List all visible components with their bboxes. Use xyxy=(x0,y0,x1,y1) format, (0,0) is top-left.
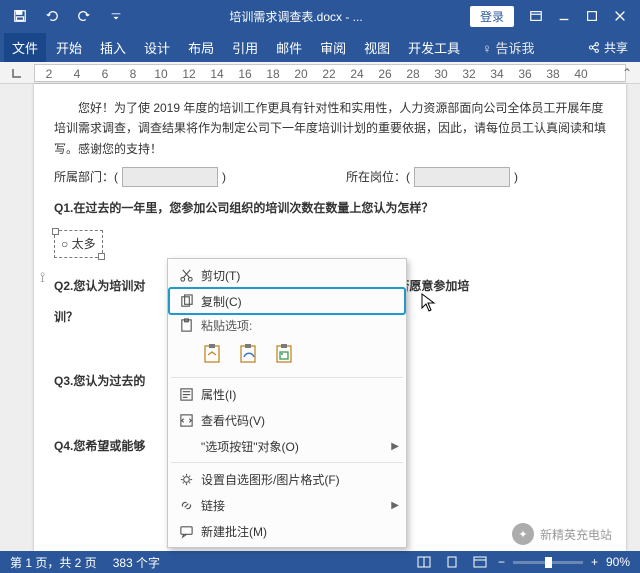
zoom-slider[interactable] xyxy=(513,561,583,564)
dept-input[interactable] xyxy=(122,167,218,187)
word-count[interactable]: 383 个字 xyxy=(113,554,160,571)
tab-references[interactable]: 引用 xyxy=(224,33,266,62)
right-gutter xyxy=(626,84,640,551)
zoom-level[interactable]: 90% xyxy=(606,555,630,569)
anchor-icon: ⟟ xyxy=(40,266,45,290)
copy-icon xyxy=(175,294,197,309)
menu-link[interactable]: 链接▶ xyxy=(169,492,405,518)
watermark: ✦ 新精英充电站 xyxy=(512,523,612,545)
tell-me[interactable]: ♀ 告诉我 xyxy=(474,33,542,62)
properties-icon xyxy=(175,387,197,402)
mouse-cursor xyxy=(421,293,437,316)
tab-developer[interactable]: 开发工具 xyxy=(400,33,468,62)
paste-merge-icon[interactable] xyxy=(235,340,263,368)
print-layout-icon[interactable] xyxy=(442,554,462,570)
menu-new-comment[interactable]: 新建批注(M) xyxy=(169,518,405,544)
format-shape-icon xyxy=(175,472,197,487)
tab-mailings[interactable]: 邮件 xyxy=(268,33,310,62)
read-mode-icon[interactable] xyxy=(414,554,434,570)
tab-selector-icon[interactable] xyxy=(0,68,34,78)
watermark-logo-icon: ✦ xyxy=(512,523,534,545)
paste-picture-icon[interactable] xyxy=(271,340,299,368)
minimize-icon[interactable] xyxy=(550,3,578,29)
menu-properties[interactable]: 属性(I) xyxy=(169,381,405,407)
title-bar: 培训需求调查表.docx - ... 登录 xyxy=(0,0,640,32)
dept-field: 所属部门：() xyxy=(54,167,226,187)
menu-paste-options-header: 粘贴选项: xyxy=(169,314,405,336)
context-menu: 剪切(T) 复制(C) 粘贴选项: 属性(I) 查看代码(V) "选项按钮"对象… xyxy=(167,258,407,548)
chevron-right-icon: ▶ xyxy=(391,500,399,511)
new-comment-icon xyxy=(175,524,197,539)
tab-layout[interactable]: 布局 xyxy=(180,33,222,62)
collapse-ribbon-icon[interactable]: ⌃ xyxy=(622,66,632,80)
post-input[interactable] xyxy=(414,167,510,187)
login-button[interactable]: 登录 xyxy=(470,6,514,27)
redo-icon[interactable] xyxy=(70,3,98,29)
menu-view-code[interactable]: 查看代码(V) xyxy=(169,407,405,433)
chevron-right-icon: ▶ xyxy=(391,441,399,452)
zoom-out-icon[interactable]: − xyxy=(498,555,505,569)
status-bar: 第 1 页，共 2 页 383 个字 − + 90% xyxy=(0,551,640,573)
tab-file[interactable]: 文件 xyxy=(4,33,46,62)
window-title: 培训需求调查表.docx - ... xyxy=(130,8,462,25)
ribbon-tabs: 文件 开始 插入 设计 布局 引用 邮件 审阅 视图 开发工具 ♀ 告诉我 共享 xyxy=(0,32,640,62)
tab-home[interactable]: 开始 xyxy=(48,33,90,62)
page-indicator[interactable]: 第 1 页，共 2 页 xyxy=(10,554,97,571)
tab-review[interactable]: 审阅 xyxy=(312,33,354,62)
left-gutter xyxy=(0,84,34,551)
tab-view[interactable]: 视图 xyxy=(356,33,398,62)
tab-insert[interactable]: 插入 xyxy=(92,33,134,62)
post-field: 所在岗位：() xyxy=(346,167,518,187)
save-icon[interactable] xyxy=(6,3,34,29)
menu-option-button-object[interactable]: "选项按钮"对象(O)▶ xyxy=(169,433,405,459)
maximize-icon[interactable] xyxy=(578,3,606,29)
web-layout-icon[interactable] xyxy=(470,554,490,570)
tab-design[interactable]: 设计 xyxy=(136,33,178,62)
share-button[interactable]: 共享 xyxy=(579,39,636,56)
paste-keep-source-icon[interactable] xyxy=(199,340,227,368)
paste-options-row xyxy=(169,336,405,374)
cut-icon xyxy=(175,268,197,283)
link-icon xyxy=(175,498,197,513)
menu-format-shape[interactable]: 设置自选图形/图片格式(F) xyxy=(169,466,405,492)
menu-cut[interactable]: 剪切(T) xyxy=(169,262,405,288)
paste-icon xyxy=(175,318,197,333)
horizontal-ruler[interactable]: 246810121416182022242628303234363840 xyxy=(34,64,626,82)
zoom-in-icon[interactable]: + xyxy=(591,555,598,569)
undo-icon[interactable] xyxy=(38,3,66,29)
doc-paragraph-intro: 您好！为了使 2019 年度的培训工作更具有针对性和实用性，人力资源部面向公司全… xyxy=(54,98,606,159)
ribbon-options-icon[interactable] xyxy=(522,3,550,29)
close-icon[interactable] xyxy=(606,3,634,29)
menu-copy[interactable]: 复制(C) xyxy=(169,288,405,314)
ruler-bar: 246810121416182022242628303234363840 xyxy=(0,62,640,84)
qat-dropdown-icon[interactable] xyxy=(102,3,130,29)
view-code-icon xyxy=(175,413,197,428)
option-button-object[interactable]: ○ 太多 xyxy=(54,230,103,258)
question-1: Q1.在过去的一年里，您参加公司组织的培训次数在数量上您认为怎样？ xyxy=(54,198,606,218)
